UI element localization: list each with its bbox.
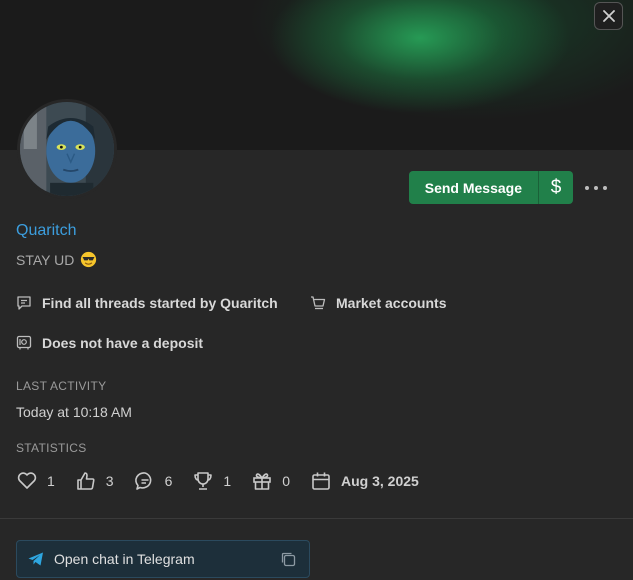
divider <box>0 518 633 519</box>
deposit-label: Does not have a deposit <box>42 335 204 351</box>
profile-actions: Send Message $ <box>408 171 573 204</box>
market-accounts-link[interactable]: Market accounts <box>310 295 446 311</box>
gifts-count: 0 <box>282 473 290 489</box>
cart-icon <box>311 296 326 310</box>
avatar[interactable] <box>17 99 117 199</box>
safe-icon <box>16 335 32 350</box>
trophy-icon <box>194 472 213 490</box>
statistics-heading: STATISTICS <box>16 441 87 455</box>
username[interactable]: Quaritch <box>16 222 76 240</box>
avatar-image <box>20 102 114 196</box>
stat-reactions: 3 <box>75 470 114 492</box>
stat-likes: 1 <box>16 470 55 492</box>
thumbs-up-icon <box>76 472 95 490</box>
stat-gifts: 0 <box>251 470 290 492</box>
stat-joined: Aug 3, 2025 <box>310 470 419 492</box>
statistics-row: 1 3 6 1 0 Aug 3, 2025 <box>16 470 439 492</box>
last-activity-heading: LAST ACTIVITY <box>16 379 107 393</box>
transfer-money-button[interactable]: $ <box>538 171 573 204</box>
find-threads-link[interactable]: Find all threads started by Quaritch <box>16 295 278 311</box>
reactions-count: 3 <box>105 473 114 489</box>
user-status: STAY UD <box>16 251 97 268</box>
more-options-button[interactable] <box>585 178 607 198</box>
joined-date: Aug 3, 2025 <box>340 473 419 489</box>
likes-count: 1 <box>47 473 55 489</box>
dollar-icon: $ <box>550 176 562 198</box>
status-text: STAY UD <box>16 251 75 268</box>
market-accounts-label: Market accounts <box>336 295 447 311</box>
deposit-status: Does not have a deposit <box>16 335 203 351</box>
dot <box>585 186 589 190</box>
copy-icon[interactable] <box>280 551 297 568</box>
send-message-button[interactable]: Send Message <box>408 171 538 204</box>
threads-icon <box>17 296 31 310</box>
last-activity-value: Today at 10:18 AM <box>16 404 132 420</box>
gift-icon <box>253 473 271 490</box>
sunglasses-emoji-icon <box>81 251 97 268</box>
find-threads-label: Find all threads started by Quaritch <box>42 295 278 311</box>
stat-trophies: 1 <box>192 470 231 492</box>
trophies-count: 1 <box>223 473 232 489</box>
message-icon <box>134 472 151 490</box>
messages-count: 6 <box>164 473 173 489</box>
stat-messages: 6 <box>134 470 173 492</box>
telegram-icon <box>28 552 43 566</box>
close-button[interactable] <box>594 2 623 30</box>
open-telegram-button[interactable]: Open chat in Telegram <box>16 540 310 578</box>
telegram-label: Open chat in Telegram <box>54 551 195 567</box>
heart-icon <box>17 472 37 489</box>
calendar-icon <box>312 472 330 490</box>
dot <box>603 186 607 190</box>
dot <box>594 186 598 190</box>
close-icon <box>602 10 615 22</box>
